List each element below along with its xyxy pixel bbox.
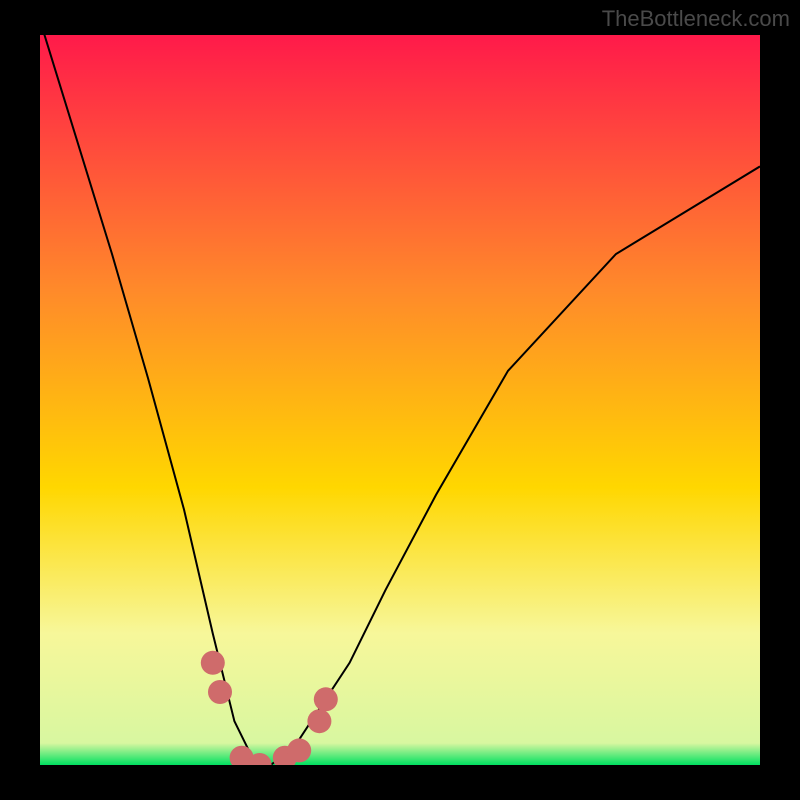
data-dot [208, 680, 232, 704]
chart-frame: TheBottleneck.com [0, 0, 800, 800]
attribution-text: TheBottleneck.com [602, 6, 790, 32]
chart-svg [0, 0, 800, 800]
data-dot [314, 687, 338, 711]
data-dot [201, 651, 225, 675]
gradient-area [40, 35, 760, 765]
data-dot [307, 709, 331, 733]
data-dot [287, 738, 311, 762]
